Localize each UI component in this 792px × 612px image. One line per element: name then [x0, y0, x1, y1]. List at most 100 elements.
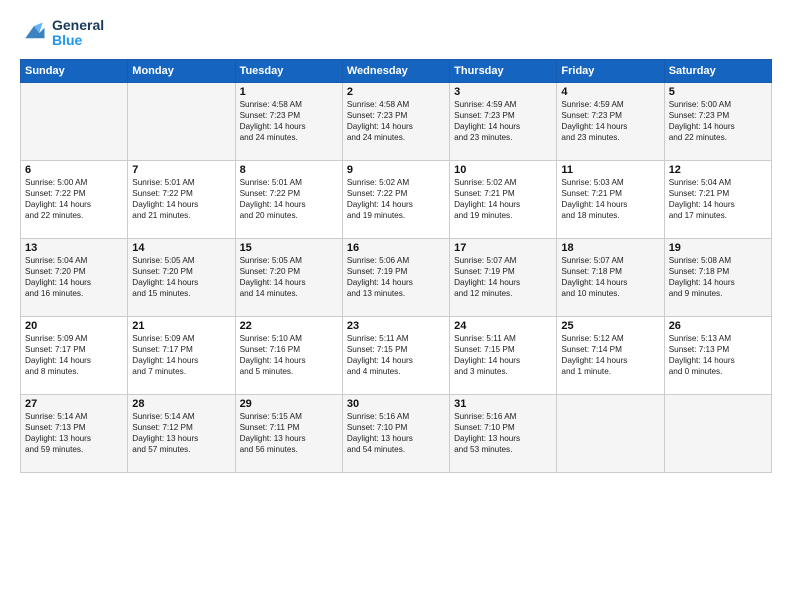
day-info: Sunrise: 5:05 AM Sunset: 7:20 PM Dayligh…: [132, 255, 230, 299]
day-info: Sunrise: 5:15 AM Sunset: 7:11 PM Dayligh…: [240, 411, 338, 455]
day-number: 21: [132, 320, 230, 332]
logo-icon: [20, 19, 48, 47]
day-info: Sunrise: 5:11 AM Sunset: 7:15 PM Dayligh…: [454, 333, 552, 377]
day-info: Sunrise: 5:16 AM Sunset: 7:10 PM Dayligh…: [347, 411, 445, 455]
day-cell: 24Sunrise: 5:11 AM Sunset: 7:15 PM Dayli…: [450, 316, 557, 394]
day-number: 10: [454, 164, 552, 176]
day-number: 26: [669, 320, 767, 332]
day-cell: 13Sunrise: 5:04 AM Sunset: 7:20 PM Dayli…: [21, 238, 128, 316]
weekday-header-monday: Monday: [128, 59, 235, 82]
day-number: 22: [240, 320, 338, 332]
day-cell: 30Sunrise: 5:16 AM Sunset: 7:10 PM Dayli…: [342, 394, 449, 472]
day-cell: 29Sunrise: 5:15 AM Sunset: 7:11 PM Dayli…: [235, 394, 342, 472]
day-info: Sunrise: 5:02 AM Sunset: 7:21 PM Dayligh…: [454, 177, 552, 221]
weekday-header-tuesday: Tuesday: [235, 59, 342, 82]
page: General Blue SundayMondayTuesdayWednesda…: [0, 0, 792, 612]
day-info: Sunrise: 5:07 AM Sunset: 7:19 PM Dayligh…: [454, 255, 552, 299]
day-cell: 3Sunrise: 4:59 AM Sunset: 7:23 PM Daylig…: [450, 82, 557, 160]
day-cell: 12Sunrise: 5:04 AM Sunset: 7:21 PM Dayli…: [664, 160, 771, 238]
week-row-4: 20 Sunrise: 5:09 AM Sunset: 7:17 PM Dayli…: [21, 316, 772, 394]
day-info: Sunrise: 5:06 AM Sunset: 7:19 PM Dayligh…: [347, 255, 445, 299]
weekday-header-wednesday: Wednesday: [342, 59, 449, 82]
week-row-3: 13Sunrise: 5:04 AM Sunset: 7:20 PM Dayli…: [21, 238, 772, 316]
weekday-header-thursday: Thursday: [450, 59, 557, 82]
day-info: Sunrise: 5:10 AM Sunset: 7:16 PM Dayligh…: [240, 333, 338, 377]
day-cell: 22Sunrise: 5:10 AM Sunset: 7:16 PM Dayli…: [235, 316, 342, 394]
day-info: Sunrise: 5:16 AM Sunset: 7:10 PM Dayligh…: [454, 411, 552, 455]
day-number: 11: [561, 164, 659, 176]
day-number: 15: [240, 242, 338, 254]
day-number: 20: [25, 320, 123, 332]
day-info: Sunrise: 5:08 AM Sunset: 7:18 PM Dayligh…: [669, 255, 767, 299]
day-cell: 18Sunrise: 5:07 AM Sunset: 7:18 PM Dayli…: [557, 238, 664, 316]
day-cell: 20Sunrise: 5:09 AM Sunset: 7:17 PM Dayli…: [21, 316, 128, 394]
day-cell: 14Sunrise: 5:05 AM Sunset: 7:20 PM Dayli…: [128, 238, 235, 316]
day-number: 24: [454, 320, 552, 332]
calendar-table: SundayMondayTuesdayWednesdayThursdayFrid…: [20, 59, 772, 473]
day-info: Sunrise: 5:13 AM Sunset: 7:13 PM Dayligh…: [669, 333, 767, 377]
day-cell: 9Sunrise: 5:02 AM Sunset: 7:22 PM Daylig…: [342, 160, 449, 238]
day-cell: 6Sunrise: 5:00 AM Sunset: 7:22 PM Daylig…: [21, 160, 128, 238]
day-number: 17: [454, 242, 552, 254]
day-info: Sunrise: 4:58 AM Sunset: 7:23 PM Dayligh…: [347, 99, 445, 143]
day-cell: 2Sunrise: 4:58 AM Sunset: 7:23 PM Daylig…: [342, 82, 449, 160]
day-cell: 11Sunrise: 5:03 AM Sunset: 7:21 PM Dayli…: [557, 160, 664, 238]
day-info: Sunrise: 4:59 AM Sunset: 7:23 PM Dayligh…: [454, 99, 552, 143]
day-cell: 28Sunrise: 5:14 AM Sunset: 7:12 PM Dayli…: [128, 394, 235, 472]
day-cell: 15Sunrise: 5:05 AM Sunset: 7:20 PM Dayli…: [235, 238, 342, 316]
day-info: Sunrise: 5:00 AM Sunset: 7:23 PM Dayligh…: [669, 99, 767, 143]
day-cell: [557, 394, 664, 472]
header: General Blue: [20, 18, 772, 49]
day-number: 23: [347, 320, 445, 332]
day-info: Sunrise: 5:14 AM Sunset: 7:12 PM Dayligh…: [132, 411, 230, 455]
day-number: 2: [347, 86, 445, 98]
day-number: 12: [669, 164, 767, 176]
day-cell: 1Sunrise: 4:58 AM Sunset: 7:23 PM Daylig…: [235, 82, 342, 160]
day-number: 25: [561, 320, 659, 332]
day-info: Sunrise: 4:58 AM Sunset: 7:23 PM Dayligh…: [240, 99, 338, 143]
day-cell: 26Sunrise: 5:13 AM Sunset: 7:13 PM Dayli…: [664, 316, 771, 394]
weekday-header-row: SundayMondayTuesdayWednesdayThursdayFrid…: [21, 59, 772, 82]
day-info: Sunrise: 5:09 AM Sunset: 7:17 PM Dayligh…: [132, 333, 230, 377]
day-info: Sunrise: 5:11 AM Sunset: 7:15 PM Dayligh…: [347, 333, 445, 377]
day-number: 16: [347, 242, 445, 254]
day-number: 7: [132, 164, 230, 176]
day-cell: 17Sunrise: 5:07 AM Sunset: 7:19 PM Dayli…: [450, 238, 557, 316]
day-cell: 5Sunrise: 5:00 AM Sunset: 7:23 PM Daylig…: [664, 82, 771, 160]
week-row-1: 1Sunrise: 4:58 AM Sunset: 7:23 PM Daylig…: [21, 82, 772, 160]
day-cell: 23Sunrise: 5:11 AM Sunset: 7:15 PM Dayli…: [342, 316, 449, 394]
day-cell: 8Sunrise: 5:01 AM Sunset: 7:22 PM Daylig…: [235, 160, 342, 238]
day-cell: 25Sunrise: 5:12 AM Sunset: 7:14 PM Dayli…: [557, 316, 664, 394]
day-number: 6: [25, 164, 123, 176]
day-number: 27: [25, 398, 123, 410]
day-info: Sunrise: 5:07 AM Sunset: 7:18 PM Dayligh…: [561, 255, 659, 299]
week-row-5: 27Sunrise: 5:14 AM Sunset: 7:13 PM Dayli…: [21, 394, 772, 472]
day-cell: [664, 394, 771, 472]
day-number: 29: [240, 398, 338, 410]
weekday-header-friday: Friday: [557, 59, 664, 82]
day-cell: 31Sunrise: 5:16 AM Sunset: 7:10 PM Dayli…: [450, 394, 557, 472]
day-cell: 10Sunrise: 5:02 AM Sunset: 7:21 PM Dayli…: [450, 160, 557, 238]
day-number: 13: [25, 242, 123, 254]
day-number: 19: [669, 242, 767, 254]
day-number: 28: [132, 398, 230, 410]
day-cell: 27Sunrise: 5:14 AM Sunset: 7:13 PM Dayli…: [21, 394, 128, 472]
day-cell: [128, 82, 235, 160]
day-cell: 7Sunrise: 5:01 AM Sunset: 7:22 PM Daylig…: [128, 160, 235, 238]
day-number: 14: [132, 242, 230, 254]
day-info: Sunrise: 5:04 AM Sunset: 7:21 PM Dayligh…: [669, 177, 767, 221]
day-cell: [21, 82, 128, 160]
weekday-header-sunday: Sunday: [21, 59, 128, 82]
day-info: Sunrise: 5:04 AM Sunset: 7:20 PM Dayligh…: [25, 255, 123, 299]
day-info: Sunrise: 5:05 AM Sunset: 7:20 PM Dayligh…: [240, 255, 338, 299]
day-number: 4: [561, 86, 659, 98]
day-cell: 4Sunrise: 4:59 AM Sunset: 7:23 PM Daylig…: [557, 82, 664, 160]
day-number: 3: [454, 86, 552, 98]
logo: General Blue: [20, 18, 104, 49]
day-info: Sunrise: 5:01 AM Sunset: 7:22 PM Dayligh…: [132, 177, 230, 221]
week-row-2: 6Sunrise: 5:00 AM Sunset: 7:22 PM Daylig…: [21, 160, 772, 238]
day-number: 31: [454, 398, 552, 410]
day-info: Sunrise: 5:00 AM Sunset: 7:22 PM Dayligh…: [25, 177, 123, 221]
day-number: 18: [561, 242, 659, 254]
weekday-header-saturday: Saturday: [664, 59, 771, 82]
